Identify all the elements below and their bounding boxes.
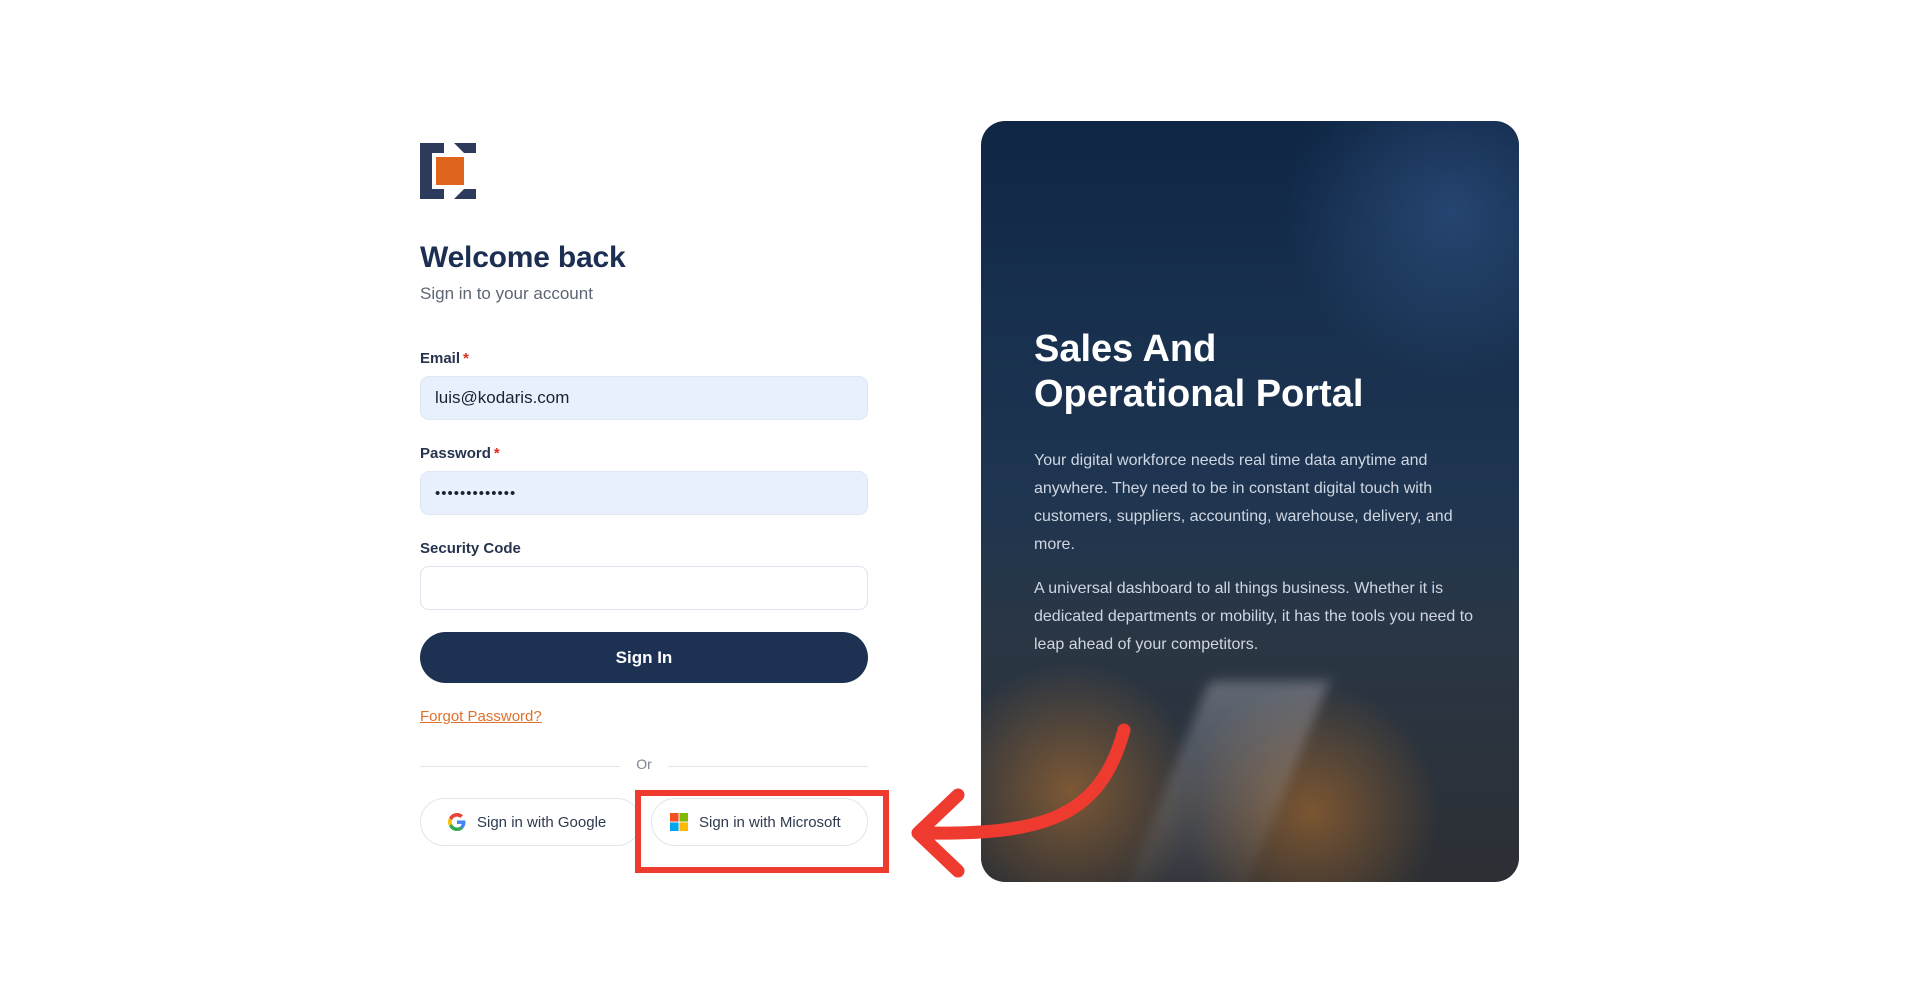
email-label: Email *	[420, 350, 469, 367]
email-field[interactable]: luis@kodaris.com	[420, 376, 868, 420]
email-value: luis@kodaris.com	[435, 388, 570, 407]
required-mark: *	[493, 445, 500, 462]
login-page: Welcome back Sign in to your account Ema…	[0, 0, 1920, 993]
google-icon	[448, 813, 466, 831]
page-subtitle: Sign in to your account	[420, 284, 593, 303]
sign-in-button[interactable]: Sign In	[420, 632, 868, 683]
password-label: Password *	[420, 445, 500, 462]
kodaris-logo	[420, 143, 476, 199]
password-value: •••••••••••••	[435, 484, 517, 502]
pointer-arrow	[911, 723, 1131, 878]
promo-paragraph-1: Your digital workforce needs real time d…	[1034, 452, 1453, 553]
security-code-label: Security Code	[420, 540, 521, 557]
microsoft-highlight-box	[635, 790, 889, 873]
password-field[interactable]: •••••••••••••	[420, 471, 868, 515]
promo-paragraph-2: A universal dashboard to all things busi…	[1034, 580, 1474, 653]
password-group: Password * •••••••••••••	[420, 445, 868, 515]
security-code-field[interactable]	[420, 566, 868, 610]
divider-text: Or	[620, 756, 668, 772]
security-code-group: Security Code	[420, 540, 868, 610]
promo-title-line1: Sales And	[1034, 328, 1217, 370]
promo-title: Sales And Operational Portal	[1034, 327, 1474, 417]
required-mark: *	[463, 350, 469, 367]
or-divider: Or	[420, 756, 868, 776]
google-sign-in-button[interactable]: Sign in with Google	[420, 798, 641, 846]
google-button-label: Sign in with Google	[477, 813, 607, 831]
page-title: Welcome back	[420, 241, 626, 274]
email-group: Email * luis@kodaris.com	[420, 350, 868, 420]
forgot-password-link[interactable]: Forgot Password?	[420, 708, 542, 725]
login-form: Welcome back Sign in to your account Ema…	[420, 143, 868, 848]
promo-title-line2: Operational Portal	[1034, 373, 1364, 415]
promo-text: Sales And Operational Portal Your digita…	[1034, 327, 1474, 659]
